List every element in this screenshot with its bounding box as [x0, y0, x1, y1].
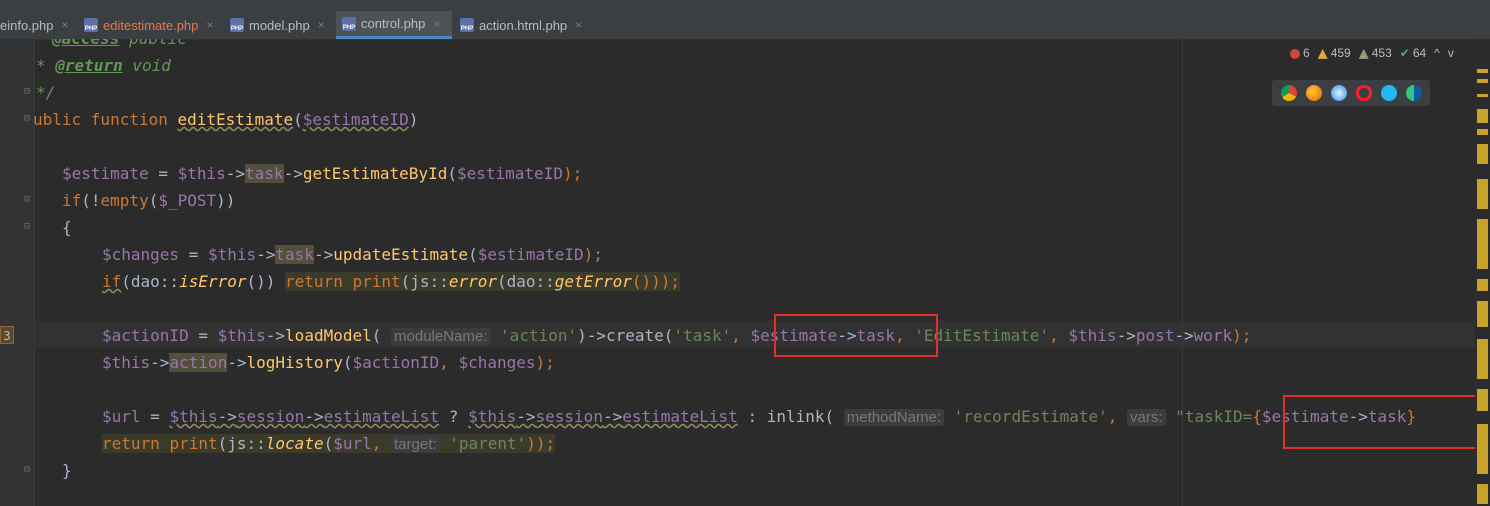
previous-problem-button[interactable]: ^ — [1434, 46, 1440, 60]
tab-label: control.php — [361, 16, 426, 31]
php-file-icon: PHP — [460, 18, 474, 32]
warning-marker[interactable] — [1477, 279, 1488, 291]
parameter-hint: methodName: — [843, 409, 944, 426]
firefox-icon[interactable] — [1305, 85, 1322, 101]
close-icon[interactable]: × — [206, 18, 213, 32]
parameter-hint: moduleName: — [391, 328, 491, 345]
inspection-widget[interactable]: 6 459 453 ✔ 64 ^ v — [1290, 42, 1454, 64]
warning-marker[interactable] — [1477, 339, 1488, 379]
warning-marker[interactable] — [1477, 79, 1488, 83]
warning-marker[interactable] — [1477, 129, 1488, 135]
error-icon — [1290, 48, 1300, 59]
warning-marker[interactable] — [1477, 389, 1488, 411]
annotation-box — [774, 314, 938, 357]
warning-marker[interactable] — [1477, 219, 1488, 269]
safari-icon[interactable] — [1330, 85, 1347, 101]
typo-count[interactable]: ✔ 64 — [1400, 46, 1426, 60]
tab-label: editestimate.php — [103, 17, 199, 33]
check-icon: ✔ — [1399, 46, 1410, 60]
code-line: { — [62, 218, 72, 237]
window-top-strip — [0, 0, 1490, 11]
code-line: $url = $this->session->estimateList ? $t… — [102, 407, 1417, 426]
close-icon[interactable]: × — [433, 17, 440, 31]
code-editor[interactable]: @access public * @return void */ ublic f… — [0, 39, 1475, 506]
browser-preview-bar — [1272, 80, 1430, 106]
tab-label: action.html.php — [479, 17, 568, 33]
code-line: if(!empty($_POST)) — [62, 191, 236, 210]
code-line: if(dao::isError()) return print(js::erro… — [102, 272, 681, 291]
code-line: $this->action->logHistory($actionID, $ch… — [102, 353, 555, 372]
tab-control[interactable]: PHP control.php × — [336, 11, 452, 39]
tab-editestimate[interactable]: PHP editestimate.php × — [84, 11, 224, 39]
php-file-icon: PHP — [342, 16, 356, 31]
opera-icon[interactable] — [1355, 85, 1372, 101]
edge-icon[interactable] — [1405, 85, 1422, 101]
tab-label: einfo.php — [0, 17, 54, 33]
php-file-icon: PHP — [84, 18, 98, 32]
tab-model[interactable]: PHP model.php × — [230, 11, 330, 39]
code-line: $estimate = $this->task->getEstimateById… — [62, 164, 583, 183]
code-line: return print(js::locate($url, target: 'p… — [102, 434, 556, 453]
code-line: $changes = $this->task->updateEstimate($… — [102, 245, 603, 264]
parameter-hint: vars: — [1127, 409, 1166, 426]
tab-label: model.php — [249, 17, 310, 33]
error-stripe[interactable] — [1475, 39, 1490, 506]
parameter-hint: target: — [391, 436, 440, 453]
next-problem-button[interactable]: v — [1448, 46, 1454, 60]
close-icon[interactable]: × — [575, 18, 582, 32]
warning-marker[interactable] — [1477, 94, 1488, 97]
tab-einfo[interactable]: einfo.php × — [0, 11, 80, 39]
close-icon[interactable]: × — [62, 18, 69, 32]
code-line: */ — [36, 83, 56, 102]
close-icon[interactable]: × — [318, 18, 325, 32]
warning-marker[interactable] — [1477, 144, 1488, 164]
warning-marker[interactable] — [1477, 301, 1488, 327]
code-line: ublic function editEstimate($estimateID) — [33, 110, 419, 129]
weak-warning-icon — [1358, 48, 1369, 59]
warning-count[interactable]: 459 — [1317, 46, 1351, 60]
editor-tab-bar: einfo.php × PHP editestimate.php × PHP m… — [0, 11, 1490, 40]
warning-marker[interactable] — [1477, 109, 1488, 123]
annotation-box — [1283, 395, 1479, 449]
code-line: @access public — [52, 39, 187, 52]
warning-marker[interactable] — [1477, 484, 1488, 504]
warning-marker[interactable] — [1477, 179, 1488, 209]
tab-action-html[interactable]: PHP action.html.php × — [460, 11, 590, 39]
warning-icon — [1317, 48, 1328, 59]
chrome-icon[interactable] — [1280, 85, 1297, 101]
code-line: $actionID = $this->loadModel( moduleName… — [102, 326, 1252, 345]
code-line: } — [62, 461, 72, 480]
warning-marker[interactable] — [1477, 69, 1488, 73]
warning-marker[interactable] — [1477, 424, 1488, 474]
error-count[interactable]: 6 — [1290, 46, 1310, 60]
ie-icon[interactable] — [1380, 85, 1397, 101]
php-file-icon: PHP — [230, 18, 244, 32]
code-line: * @return void — [36, 56, 171, 75]
weak-warning-count[interactable]: 453 — [1358, 46, 1392, 60]
